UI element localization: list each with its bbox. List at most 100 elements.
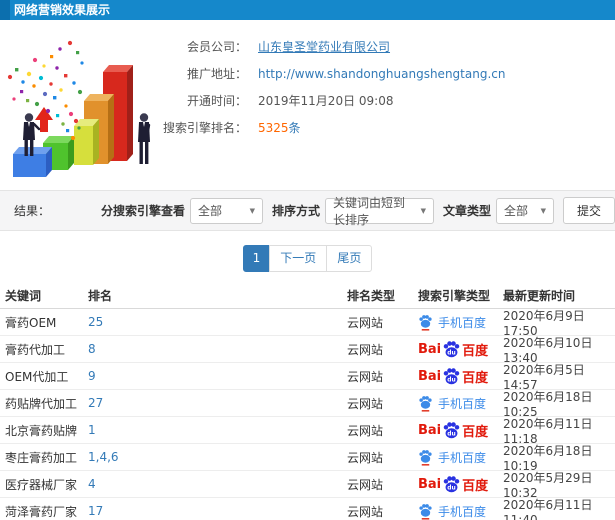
header-rank: 排名 [88,289,113,303]
rank-type-cell: 云网站 [347,504,384,519]
updated-cell: 2020年6月11日 11:40 [503,497,593,520]
rank-type-cell: 云网站 [347,315,384,330]
svg-text:du: du [447,376,455,383]
svg-text:du: du [447,484,455,491]
open-time-row: 开通时间： 2019年11月20日 09:08 [0,87,615,114]
baidu-logo-bai: Bai [418,476,442,492]
company-label: 会员公司： [186,40,247,54]
rank-link[interactable]: 9 [88,369,96,383]
table-row: 北京膏药贴牌 1 云网站 Bai du 百度 2020年6月11日 11:18 [0,417,615,446]
baidu-paw-icon: du [443,421,460,438]
rank-link[interactable]: 25 [88,315,103,329]
keyword-cell: 膏药OEM [5,315,57,330]
baidu-paw-icon [419,449,432,466]
baidu-paw-icon [419,314,432,331]
header-updated: 最新更新时间 [503,289,576,303]
rank-type-cell: 云网站 [347,342,384,357]
rank-type-cell: 云网站 [347,477,384,492]
baidu-logo: Bai du 百度 [418,367,488,386]
mobile-baidu-badge: 手机百度 [418,314,486,331]
rank-link[interactable]: 1,4,6 [88,450,119,464]
keyword-cell: 药贴牌代加工 [5,396,78,411]
page-number-current[interactable]: 1 [242,245,271,272]
baidu-logo: Bai du 百度 [418,475,488,494]
header-engine-type: 搜索引擎类型 [418,289,491,303]
keywords-table: 关键词 排名 排名类型 搜索引擎类型 最新更新时间 膏药OEM 25 云网站 手… [0,283,615,520]
baidu-paw-icon [419,395,432,412]
baidu-logo: Bai du 百度 [418,340,488,359]
app-header: 网络营销效果展示 [0,0,615,20]
promotion-url-link[interactable]: http://www.shandonghuangshengtang.cn [258,67,505,81]
engine-rank-row: 搜索引擎排名： 5325 条 [0,114,615,141]
mobile-baidu-label: 手机百度 [438,315,487,330]
sort-selected: 关键词由短到长排序 [332,195,405,227]
table-row: 枣庄膏药加工 1,4,6 云网站 手机百度 2020年6月18日 10:19 [0,444,615,473]
promotion-url-row: 推广地址： http://www.shandonghuangshengtang.… [0,60,615,87]
table-row: OEM代加工 9 云网站 Bai du 百度 2020年6月5日 14:57 [0,363,615,392]
rank-link[interactable]: 8 [88,342,96,356]
rank-type-cell: 云网站 [347,396,384,411]
table-header-row: 关键词 排名 排名类型 搜索引擎类型 最新更新时间 [0,283,615,309]
rank-link[interactable]: 1 [88,423,96,437]
pagination: 1 下一页 尾页 [0,245,615,272]
open-time-value: 2019年11月20日 09:08 [258,94,394,108]
sort-select[interactable]: 关键词由短到长排序 ▼ [324,196,434,227]
keyword-cell: 北京膏药贴牌 [5,423,78,438]
engine-view-selected: 全部 [197,204,222,218]
next-page-button[interactable]: 下一页 [269,245,328,272]
mobile-baidu-badge: 手机百度 [418,503,486,520]
submit-button[interactable]: 提交 [563,197,615,224]
table-row: 医疗器械厂家 4 云网站 Bai du 百度 2020年5月29日 10:32 [0,471,615,500]
table-row: 药贴牌代加工 27 云网站 手机百度 2020年6月18日 10:25 [0,390,615,419]
page-title: 网络营销效果展示 [14,3,111,17]
baidu-paw-icon: du [443,340,460,357]
baidu-paw-icon: du [443,475,460,492]
rank-link[interactable]: 27 [88,396,103,410]
result-label: 结果： [14,204,51,218]
engine-view-label: 分搜索引擎查看 [100,204,185,218]
baidu-logo-zh: 百度 [462,370,489,386]
rank-link[interactable]: 17 [88,504,103,518]
company-row: 会员公司： 山东皇圣堂药业有限公司 [0,33,615,60]
article-type-selected: 全部 [504,204,529,218]
keyword-cell: 医疗器械厂家 [5,477,78,492]
chevron-down-icon: ▼ [420,206,426,215]
hero-section: 会员公司： 山东皇圣堂药业有限公司 推广地址： http://www.shand… [0,20,615,190]
article-type-label: 文章类型 [442,204,491,218]
account-info-panel: 会员公司： 山东皇圣堂药业有限公司 推广地址： http://www.shand… [0,33,615,141]
company-link[interactable]: 山东皇圣堂药业有限公司 [258,38,390,55]
mobile-baidu-label: 手机百度 [438,450,487,465]
chevron-down-icon: ▼ [540,206,546,215]
chevron-down-icon: ▼ [249,206,255,215]
baidu-logo-bai: Bai [418,368,442,384]
keyword-cell: 菏泽膏药厂家 [5,504,78,519]
baidu-paw-icon: du [443,367,460,384]
baidu-logo: Bai du 百度 [418,421,488,440]
article-type-select[interactable]: 全部 ▼ [496,197,554,224]
keyword-cell: OEM代加工 [5,369,69,384]
filter-controls: 分搜索引擎查看 全部 ▼ 排序方式 关键词由短到长排序 ▼ 文章类型 全部 ▼ … [92,196,615,227]
filter-bar: 结果： 分搜索引擎查看 全部 ▼ 排序方式 关键词由短到长排序 ▼ 文章类型 全… [0,190,615,231]
engine-rank-label: 搜索引擎排名： [162,121,247,135]
header-keyword: 关键词 [5,289,42,303]
mobile-baidu-label: 手机百度 [438,504,487,519]
baidu-logo-bai: Bai [418,341,442,357]
baidu-logo-zh: 百度 [462,478,489,494]
rank-type-cell: 云网站 [347,450,384,465]
engine-view-select[interactable]: 全部 ▼ [189,197,263,224]
keyword-cell: 膏药代加工 [5,342,66,357]
svg-text:du: du [447,430,455,437]
table-row: 菏泽膏药厂家 17 云网站 手机百度 2020年6月11日 11:40 [0,498,615,520]
last-page-button[interactable]: 尾页 [326,245,373,272]
rank-type-cell: 云网站 [347,423,384,438]
open-time-label: 开通时间： [186,94,247,108]
keyword-cell: 枣庄膏药加工 [5,450,78,465]
mobile-baidu-badge: 手机百度 [418,449,486,466]
baidu-logo-zh: 百度 [462,424,489,440]
baidu-logo-bai: Bai [418,422,442,438]
promotion-url-label: 推广地址： [186,67,247,81]
rank-link[interactable]: 4 [88,477,96,491]
header-rank-type: 排名类型 [347,289,396,303]
sort-label: 排序方式 [271,204,320,218]
mobile-baidu-badge: 手机百度 [418,395,486,412]
